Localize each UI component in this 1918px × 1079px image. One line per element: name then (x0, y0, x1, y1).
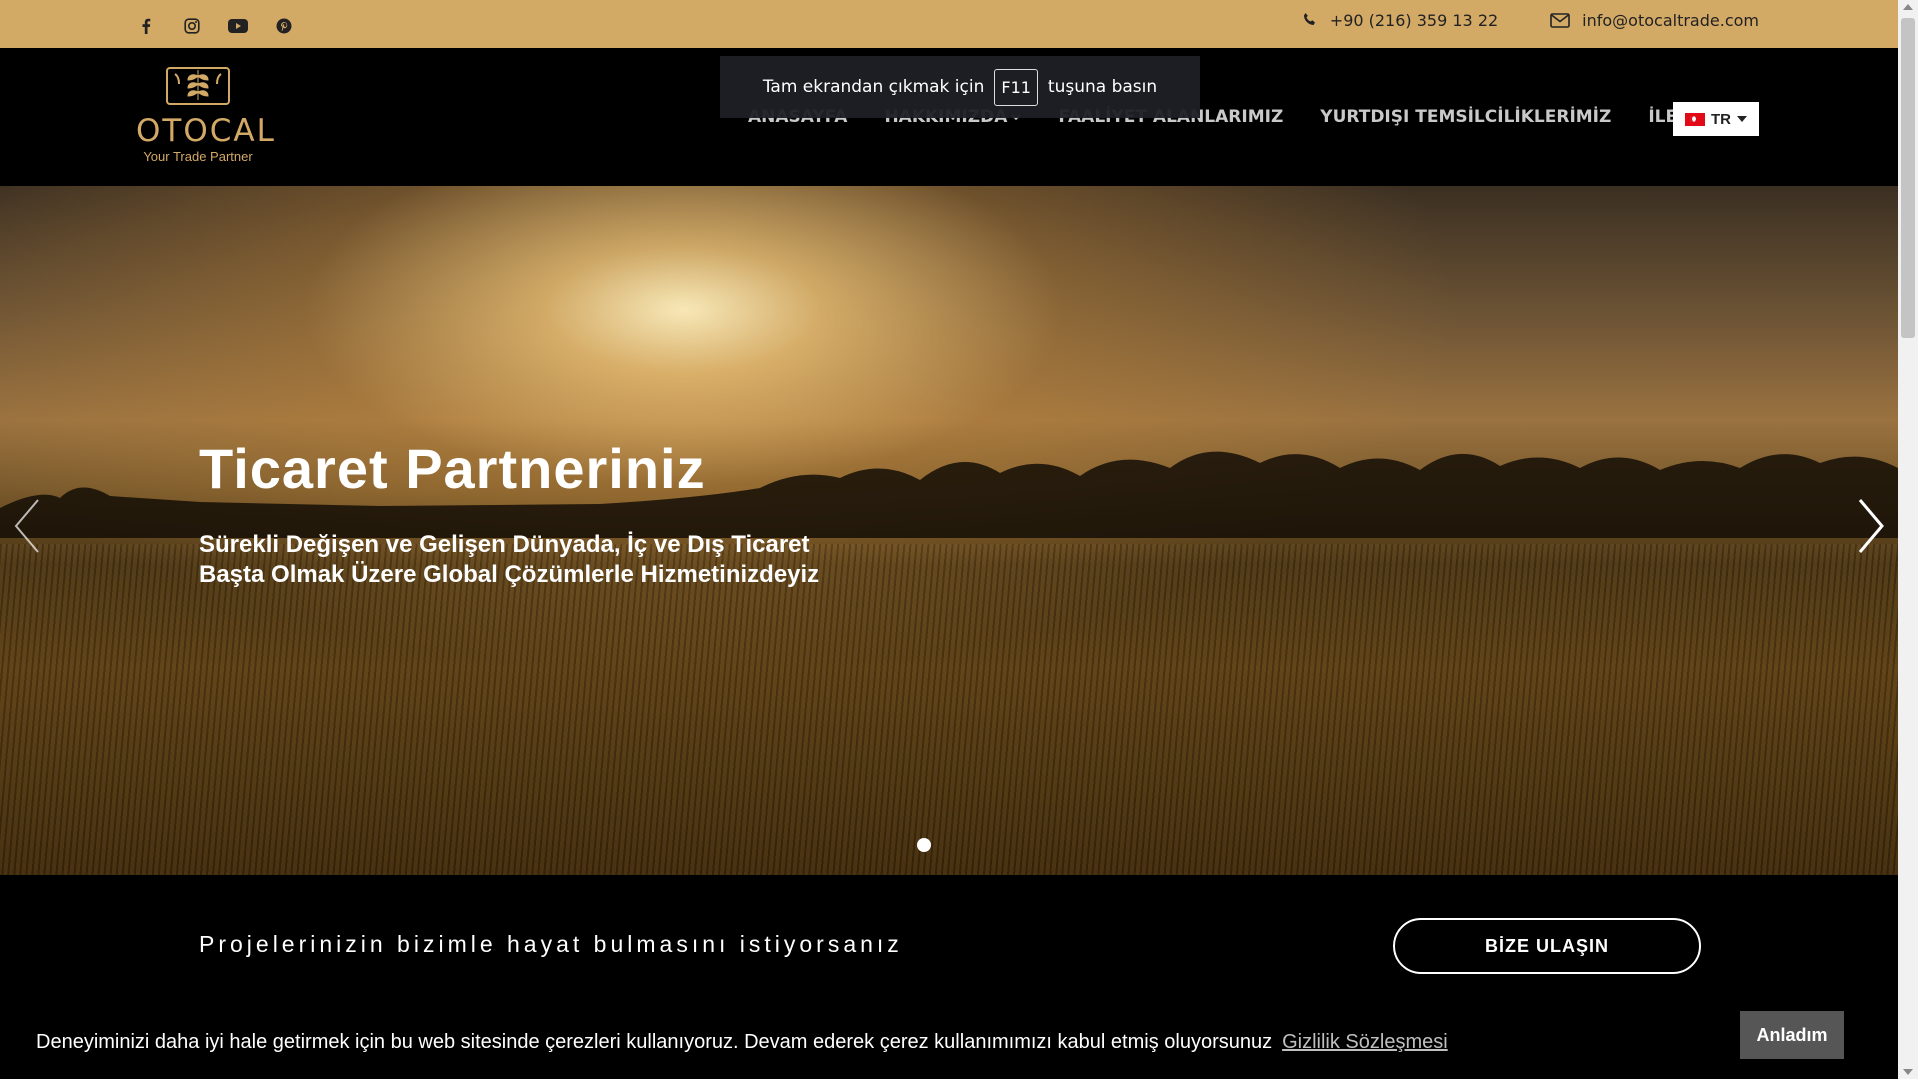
toast-text-before: Tam ekrandan çıkmak için (762, 77, 985, 97)
wheat-crest-icon (166, 67, 230, 105)
phone-contact[interactable]: +90 (216) 359 13 22 (1302, 11, 1498, 30)
envelope-icon (1550, 12, 1570, 28)
youtube-icon[interactable] (226, 14, 250, 38)
slider-next-arrow-icon[interactable] (1856, 496, 1886, 556)
cookie-banner: Deneyiminizi daha iyi hale getirmek için… (0, 1005, 1898, 1079)
toast-key: F11 (994, 68, 1038, 106)
hero-subtitle-line: Başta Olmak Üzere Global Çözümlerle Hizm… (199, 561, 820, 588)
nav-label: YURTDIŞI TEMSİLCİLİKLERİMİZ (1320, 107, 1612, 127)
scroll-thumb[interactable] (1901, 18, 1915, 338)
fullscreen-exit-toast: Tam ekrandan çıkmak için F11 tuşuna bası… (720, 56, 1200, 118)
logo-wordmark: OTOCAL (136, 113, 276, 149)
language-selector[interactable]: TR (1673, 102, 1759, 136)
nav-yurtdisi-temsilciliklerimiz[interactable]: YURTDIŞI TEMSİLCİLİKLERİMİZ (1320, 107, 1611, 127)
logo-tagline: Your Trade Partner (143, 149, 253, 164)
facebook-icon[interactable] (134, 14, 158, 38)
slider-dot[interactable] (917, 838, 931, 852)
instagram-icon[interactable] (180, 14, 204, 38)
caret-down-icon (1737, 116, 1747, 122)
social-links (134, 14, 296, 38)
hero-title: Ticaret Partneriniz (199, 437, 706, 500)
phone-number[interactable]: +90 (216) 359 13 22 (1330, 11, 1498, 30)
email-address[interactable]: info@otocaltrade.com (1582, 11, 1759, 30)
cta-section: Projelerinizin bizimle hayat bulmasını i… (0, 875, 1898, 1005)
page-scrollbar[interactable] (1898, 0, 1918, 1079)
hero-subtitle: Sürekli Değişen ve Gelişen Dünyada, İç v… (199, 530, 899, 590)
contact-info: +90 (216) 359 13 22 info@otocaltrade.com (1302, 0, 1759, 40)
slider-prev-arrow-icon[interactable] (12, 496, 42, 556)
contact-us-button[interactable]: BİZE ULAŞIN (1393, 918, 1701, 974)
language-code: TR (1711, 110, 1731, 128)
phone-icon (1303, 13, 1315, 25)
privacy-policy-link[interactable]: Gizlilik Sözleşmesi (1282, 1031, 1448, 1054)
hero-subtitle-line: Sürekli Değişen ve Gelişen Dünyada, İç v… (199, 531, 810, 558)
site-logo[interactable]: OTOCAL Your Trade Partner (136, 62, 276, 174)
top-contact-bar: +90 (216) 359 13 22 info@otocaltrade.com (0, 0, 1898, 48)
pinterest-icon[interactable] (272, 14, 296, 38)
cookie-accept-button[interactable]: Anladım (1740, 1011, 1844, 1059)
scroll-down-icon[interactable] (1903, 1069, 1913, 1075)
scroll-up-icon[interactable] (1903, 4, 1913, 10)
email-contact[interactable]: info@otocaltrade.com (1550, 11, 1759, 30)
hero-slider: Ticaret Partneriniz Sürekli Değişen ve G… (0, 186, 1898, 875)
toast-text-after: tuşuna basın (1047, 77, 1158, 97)
cta-text: Projelerinizin bizimle hayat bulmasını i… (199, 931, 903, 957)
cookie-text: Deneyiminizi daha iyi hale getirmek için… (36, 1030, 1273, 1053)
turkey-flag-icon (1685, 112, 1705, 126)
